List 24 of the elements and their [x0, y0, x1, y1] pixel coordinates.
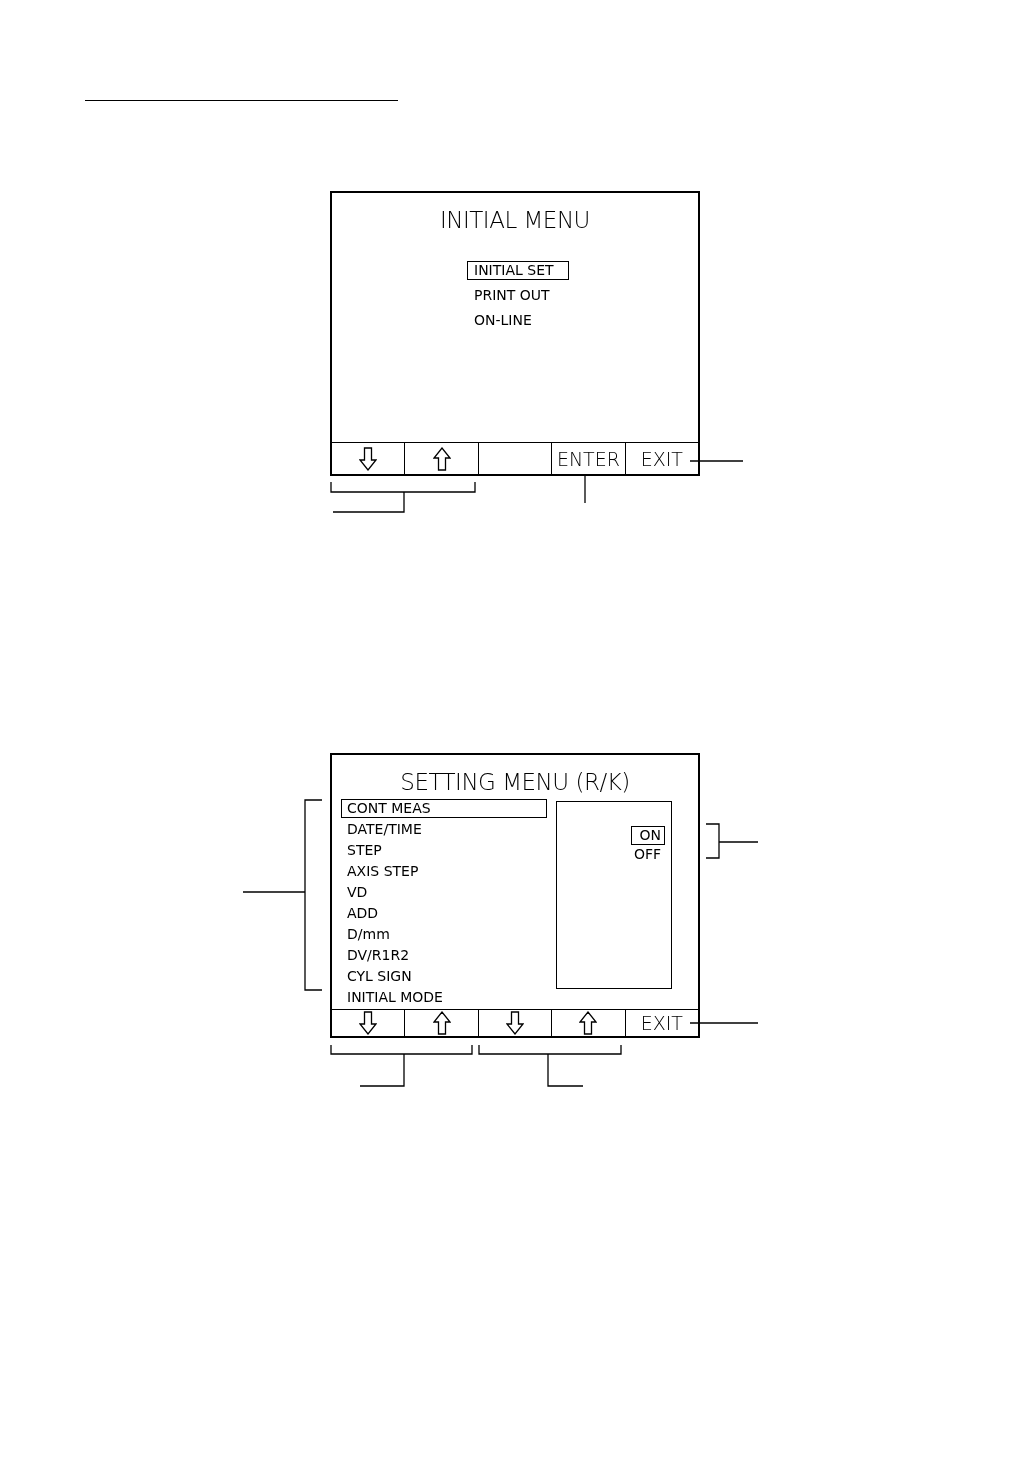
setting-item[interactable]: DATE/TIME	[341, 820, 547, 839]
up-arrow-icon	[579, 1011, 598, 1035]
setting-item[interactable]: CONT MEAS	[341, 799, 547, 818]
setting-item[interactable]: INITIAL MODE	[341, 988, 547, 1007]
setting-item[interactable]: D/mm	[341, 925, 547, 944]
function-key[interactable]: EXIT	[624, 1010, 699, 1036]
function-key[interactable]: EXIT	[624, 443, 699, 474]
down-arrow-icon	[359, 446, 378, 471]
setting-item[interactable]: STEP	[341, 841, 547, 860]
menu-item[interactable]: PRINT OUT	[467, 286, 557, 305]
screen-title: SETTING MENU (R/K)	[399, 769, 631, 795]
setting-item[interactable]: AXIS STEP	[341, 862, 547, 881]
setting-item[interactable]: ADD	[341, 904, 547, 923]
menu-item[interactable]: ON-LINE	[467, 311, 539, 330]
option-item[interactable]: OFF	[629, 845, 665, 864]
up-arrow-icon	[432, 1011, 451, 1035]
setting-item[interactable]: VD	[341, 883, 547, 902]
up-arrow-icon	[432, 446, 451, 471]
menu-item[interactable]: INITIAL SET	[467, 261, 569, 280]
screen-title: INITIAL MENU	[439, 207, 591, 233]
function-key[interactable]: ENTER	[551, 443, 625, 474]
option-item[interactable]: ON	[630, 826, 665, 845]
setting-item[interactable]: CYL SIGN	[341, 967, 547, 986]
setting-item[interactable]: DV/R1R2	[341, 946, 547, 965]
